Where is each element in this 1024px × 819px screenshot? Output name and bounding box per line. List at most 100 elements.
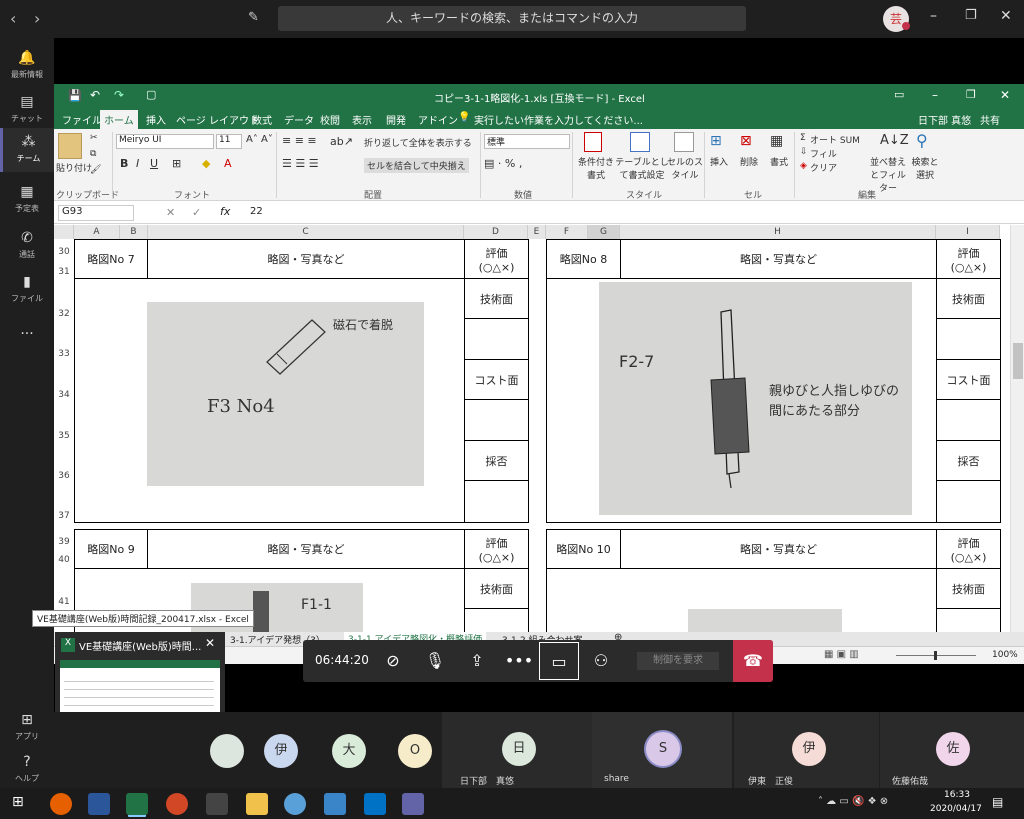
enter-icon[interactable]: ✓ (192, 206, 201, 219)
tab-developer[interactable]: 開発 (386, 112, 406, 127)
eval-tech-cell[interactable]: 技術面 (464, 278, 529, 319)
column-header[interactable]: D (464, 225, 528, 239)
tab-formulas[interactable]: 数式 (252, 112, 272, 127)
autosum-button[interactable]: オート SUM (810, 133, 860, 146)
word-icon[interactable] (88, 793, 110, 815)
font-name-select[interactable]: Meiryo UI (116, 134, 214, 149)
tab-view[interactable]: 表示 (352, 112, 372, 127)
format-cells-icon[interactable]: ▦ (770, 133, 783, 149)
eval-tech-cell[interactable]: 技術面 (464, 568, 529, 609)
firefox-icon[interactable] (50, 793, 72, 815)
column-header[interactable]: I (936, 225, 1000, 239)
row-header[interactable]: 35 (54, 431, 74, 441)
eval-cell[interactable] (936, 318, 1001, 360)
ribbon-options-icon[interactable]: ▭ (894, 88, 904, 101)
sketch-no-cell[interactable]: 略図No 7 (74, 239, 148, 279)
tab-page-layout[interactable]: ページ レイアウト (176, 112, 259, 127)
eval-cell[interactable] (464, 480, 529, 523)
rail-activity[interactable]: 🔔 最新情報 (0, 44, 54, 88)
maximize-icon[interactable]: ❐ (965, 8, 977, 23)
copy-icon[interactable]: ⧉ (90, 149, 96, 159)
eraser-icon[interactable]: ◈ (800, 161, 807, 171)
font-size-select[interactable]: 11 (216, 134, 242, 149)
rail-more[interactable]: ... (0, 316, 54, 360)
row-header[interactable]: 36 (54, 471, 74, 481)
zoom-level[interactable]: 100% (992, 650, 1018, 660)
fill-down-icon[interactable]: ⇩ (800, 147, 808, 157)
camera-off-icon[interactable]: ⊘ (373, 640, 413, 682)
normal-view-icon[interactable]: ▦ ▣ ▥ (824, 649, 859, 660)
file-explorer-icon[interactable] (246, 793, 268, 815)
sketch-no-cell[interactable]: 略図No 10 (546, 529, 621, 569)
tray-icons[interactable]: ˄ ☁ ▭ 🔇 ❖ ⊗ (818, 796, 888, 807)
photo-header-cell[interactable]: 略図・写真など (620, 529, 937, 569)
border-icon[interactable]: ⊞ (172, 157, 181, 170)
search-input[interactable]: 人、キーワードの検索、またはコマンドの入力 (278, 6, 746, 31)
align-top-icon[interactable]: ≡ ≡ ≡ (282, 134, 317, 147)
participant-avatar[interactable]: 伊 (792, 732, 826, 766)
column-header[interactable]: E (528, 225, 546, 239)
participant-avatar[interactable]: 日 (502, 732, 536, 766)
rail-help[interactable]: ? ヘルプ (0, 748, 54, 792)
align-left-icon[interactable]: ☰ ☰ ☰ (282, 157, 319, 170)
participant-avatar[interactable]: 佐 (936, 732, 970, 766)
row-header[interactable]: 31 (54, 267, 74, 277)
bold-icon[interactable]: B (120, 157, 128, 170)
rail-calendar[interactable]: ▦ 予定表 (0, 178, 54, 222)
select-all[interactable] (54, 225, 74, 239)
format-as-table-button[interactable]: テーブルとして書式設定 (614, 155, 670, 181)
eval-tech-cell[interactable]: 技術面 (936, 278, 1001, 319)
mic-off-icon[interactable]: 🎙 (415, 640, 455, 682)
forward-arrow-icon[interactable]: › (34, 9, 40, 28)
clear-button[interactable]: クリア (810, 161, 837, 174)
participants-icon[interactable]: ⚇ (581, 640, 621, 682)
minimize-icon[interactable]: – (930, 8, 937, 24)
column-header[interactable]: H (620, 225, 936, 239)
fx-icon[interactable]: fx (220, 205, 230, 218)
eval-cost-cell[interactable]: コスト面 (936, 359, 1001, 400)
column-header[interactable]: F (546, 225, 588, 239)
eval-header-cell[interactable]: 評価 (○△×) (936, 529, 1001, 569)
hang-up-icon[interactable]: ☎ (733, 640, 773, 682)
participant-avatar[interactable]: 大 (332, 734, 366, 768)
row-header[interactable]: 40 (54, 555, 74, 565)
search-icon[interactable]: ⚲ (916, 131, 928, 150)
rail-chat[interactable]: ▤ チャット (0, 88, 54, 132)
eval-cell[interactable] (464, 318, 529, 360)
tab-home[interactable]: ホーム (100, 110, 138, 129)
tab-data[interactable]: データ (284, 112, 314, 127)
insert-cells-icon[interactable]: ⊞ (710, 133, 722, 149)
rail-apps[interactable]: ⊞ アプリ (0, 706, 54, 750)
share-screen-icon[interactable]: ⇪ (457, 640, 497, 682)
save-icon[interactable]: 💾 (68, 89, 82, 102)
scroll-thumb[interactable] (1013, 343, 1023, 379)
format-table-icon[interactable] (630, 132, 650, 152)
row-header[interactable]: 39 (54, 537, 74, 547)
conditional-format-icon[interactable] (584, 132, 602, 152)
eval-cost-cell[interactable]: コスト面 (464, 359, 529, 400)
merge-center-button[interactable]: セルを結合して中央揃え (364, 158, 469, 173)
app-icon[interactable] (324, 793, 346, 815)
rail-calls[interactable]: ✆ 通話 (0, 224, 54, 268)
row-header[interactable]: 41 (54, 597, 74, 607)
percent-icon[interactable]: ▤ · % , (484, 157, 522, 170)
row-header[interactable]: 30 (54, 247, 74, 257)
row-header[interactable]: 33 (54, 349, 74, 359)
name-box[interactable]: G93 (58, 205, 134, 221)
cut-icon[interactable]: ✂ (90, 133, 98, 143)
conditional-format-button[interactable]: 条件付き書式 (574, 155, 618, 181)
tab-insert[interactable]: 挿入 (146, 112, 166, 127)
eval-header-cell[interactable]: 評価 (○△×) (464, 529, 529, 569)
underline-icon[interactable]: U (150, 157, 158, 170)
eval-adopt-cell[interactable]: 採否 (464, 440, 529, 481)
undo-icon[interactable]: ↶ (90, 88, 100, 102)
participant-avatar[interactable]: O (398, 734, 432, 768)
row-header[interactable]: 32 (54, 309, 74, 319)
paste-icon[interactable] (58, 133, 82, 159)
request-control-button[interactable]: 制御を要求 (637, 652, 719, 670)
wrap-text-button[interactable]: 折り返して全体を表示する (364, 136, 472, 149)
orientation-icon[interactable]: ab↗ (330, 135, 353, 148)
rail-teams[interactable]: ⁂ チーム (0, 128, 54, 172)
notification-icon[interactable]: ▤ (992, 795, 1003, 809)
delete-cells-icon[interactable]: ⊠ (740, 133, 752, 149)
